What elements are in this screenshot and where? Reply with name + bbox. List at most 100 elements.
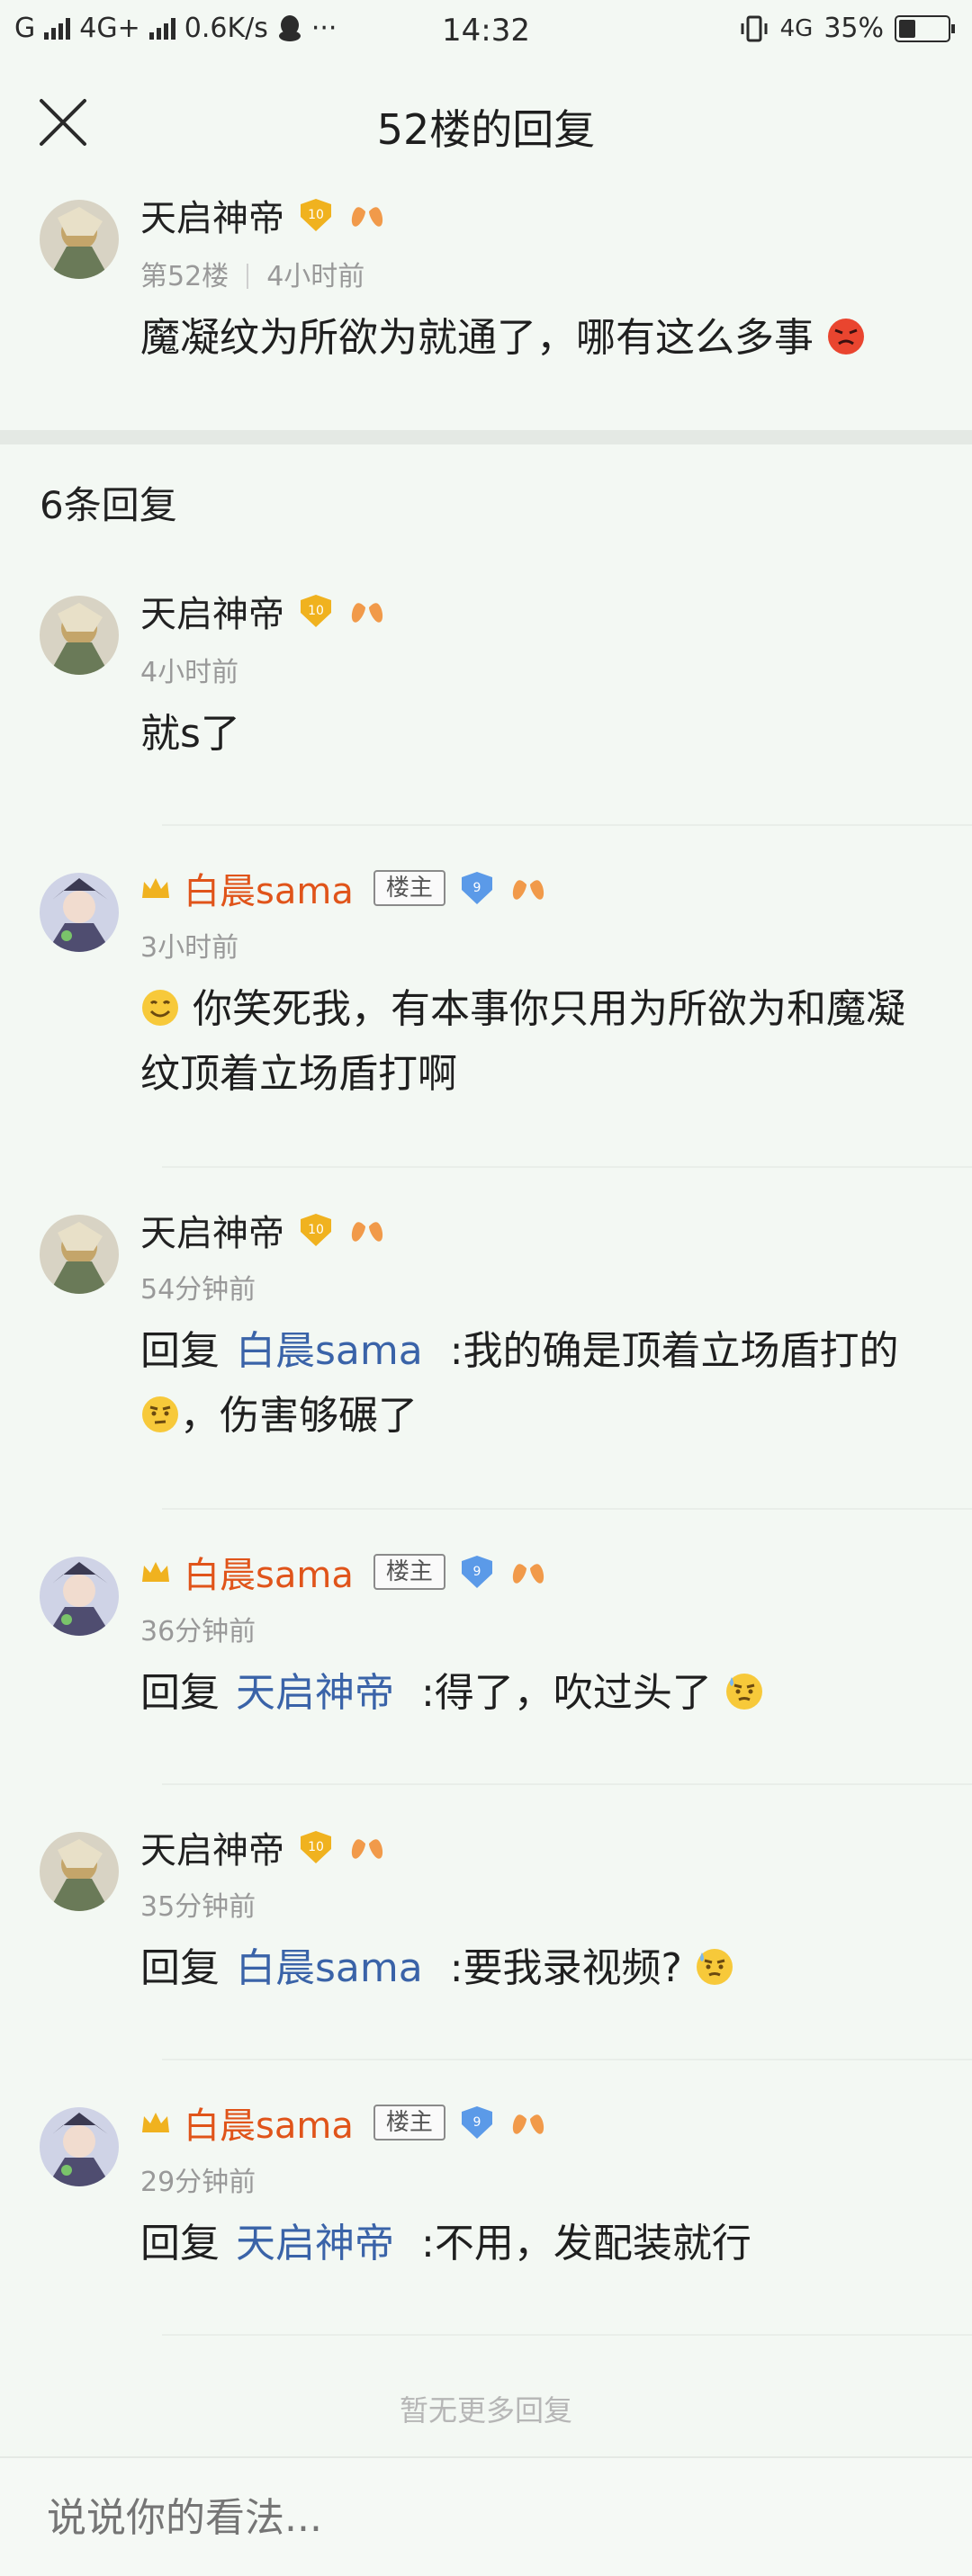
name-line: 天启神帝 10 (140, 1207, 385, 1254)
reply-item: 天启神帝 10 4小时前 就s了 (0, 576, 972, 826)
avatar-image (40, 873, 119, 952)
reply-item: 白晨sama 楼主 9 3小时前 你笑死我，有本事你只用为所欲为和魔凝纹顶着立场… (0, 826, 972, 1168)
level-number: 10 (308, 1840, 324, 1854)
level-number: 10 (308, 1223, 324, 1237)
avatar[interactable] (40, 1215, 119, 1294)
level-number: 9 (472, 1565, 481, 1579)
name-line: 白晨sama 楼主 9 (140, 2100, 546, 2147)
angry-emoji-icon (828, 319, 864, 355)
sweat-emoji-icon (725, 1674, 762, 1710)
avatar[interactable] (40, 873, 119, 952)
divider (162, 2334, 972, 2336)
crown-icon (142, 878, 169, 898)
name-line: 天启神帝 10 (140, 193, 385, 239)
reply-text: :不用，发配装就行 (421, 2221, 752, 2266)
level-badge-icon: 10 (299, 197, 333, 233)
avatar[interactable] (40, 200, 119, 279)
reply-content[interactable]: 你笑死我，有本事你只用为所欲为和魔凝纹顶着立场盾打啊 (140, 977, 940, 1107)
reply-text: :得了，吹过头了 (421, 1670, 712, 1716)
lungs-icon (512, 1559, 544, 1584)
owner-tag: 楼主 (373, 2105, 446, 2141)
post-text: 魔凝纹为所欲为就通了，哪有这么多事 (140, 315, 814, 361)
username[interactable]: 白晨sama (184, 2096, 354, 2149)
avatar[interactable] (40, 1832, 119, 1911)
post-content: 魔凝纹为所欲为就通了，哪有这么多事 (140, 306, 940, 371)
reply-count: 6条回复 (40, 483, 177, 527)
username[interactable]: 白晨sama (184, 862, 354, 914)
reply-time: 29分钟前 (140, 2167, 256, 2198)
reply-content[interactable]: 回复 天启神帝 :不用，发配装就行 (140, 2212, 940, 2276)
reply-item: 天启神帝 10 35分钟前 回复 白晨sama:要我录视频? (0, 1785, 972, 2060)
battery-percent: 35% (824, 13, 884, 44)
level-number: 10 (308, 208, 324, 222)
reply-text: 你笑死我，有本事你只用为所欲为和魔凝纹顶着立场盾打啊 (140, 986, 905, 1097)
reply-word: 回复 (140, 2221, 220, 2266)
reply-time: 36分钟前 (140, 1616, 256, 1647)
lungs-icon (512, 875, 544, 900)
reply-content[interactable]: 回复 天启神帝 :得了，吹过头了 (140, 1661, 940, 1726)
lungs-icon (351, 598, 383, 623)
comment-input[interactable] (47, 2489, 857, 2546)
level-badge-icon: 9 (460, 870, 494, 906)
comment-bar (0, 2456, 972, 2576)
avatar[interactable] (40, 596, 119, 675)
level-number: 9 (472, 2115, 481, 2130)
vibrate-icon (741, 15, 768, 41)
reply-content[interactable]: 回复 白晨sama:要我录视频? (140, 1936, 940, 2001)
owner-tag: 楼主 (373, 1554, 446, 1590)
network-type-right: 4G (779, 14, 814, 42)
avatar[interactable] (40, 1557, 119, 1636)
reply-target-user[interactable]: 白晨sama (236, 1945, 423, 1991)
username[interactable]: 天启神帝 (140, 1821, 284, 1873)
reply-content[interactable]: 回复 白晨sama:我的确是顶着立场盾打的 ，伤害够碾了 (140, 1319, 940, 1449)
username[interactable]: 天启神帝 (140, 585, 284, 637)
lungs-icon (351, 1835, 383, 1859)
reply-text: :我的确是顶着立场盾打的 (449, 1328, 899, 1374)
reply-detail-page: G 4G+ 0.6K/s ··· 14:32 4G 35% 52楼的回复 天启神… (0, 0, 972, 2576)
reply-time: 4小时前 (140, 657, 239, 688)
username[interactable]: 白晨sama (184, 1546, 354, 1598)
avatar-image (40, 2107, 119, 2186)
reply-target-user[interactable]: 天启神帝 (236, 2221, 394, 2266)
reply-time: 35分钟前 (140, 1891, 256, 1923)
reply-content[interactable]: 就s了 (140, 702, 940, 767)
avatar-image (40, 200, 119, 279)
section-divider (0, 430, 972, 444)
level-number: 9 (472, 881, 481, 895)
lungs-icon (351, 1217, 383, 1242)
no-more-replies: 暂无更多回复 (399, 2393, 572, 2428)
name-line: 天启神帝 10 (140, 1825, 385, 1871)
reply-text: :要我录视频? (449, 1945, 682, 1991)
lungs-icon (351, 202, 383, 227)
level-badge-icon: 9 (460, 1554, 494, 1590)
avatar[interactable] (40, 2107, 119, 2186)
level-badge-icon: 10 (299, 1212, 333, 1248)
owner-tag: 楼主 (373, 870, 446, 906)
reply-item: 白晨sama 楼主 9 36分钟前 回复 天启神帝 :得了，吹过头了 (0, 1510, 972, 1785)
reply-time: 54分钟前 (140, 1274, 256, 1306)
reply-word: 回复 (140, 1670, 220, 1716)
username[interactable]: 天启神帝 (140, 1204, 284, 1256)
battery-icon (895, 14, 955, 42)
avatar-image (40, 1215, 119, 1294)
reply-item: 天启神帝 10 54分钟前 回复 白晨sama:我的确是顶着立场盾打的 ，伤害够碾… (0, 1168, 972, 1510)
nav-bar: 52楼的回复 (0, 65, 972, 180)
crown-icon (142, 1562, 169, 1582)
username[interactable]: 天启神帝 (140, 189, 284, 241)
reply-text: 就s了 (140, 711, 240, 757)
reply-time: 3小时前 (140, 932, 239, 964)
level-badge-icon: 9 (460, 2105, 494, 2141)
lungs-icon (512, 2110, 544, 2134)
smile-emoji-icon (142, 990, 178, 1026)
page-title: 52楼的回复 (376, 105, 596, 154)
post-time: 4小时前 (266, 261, 365, 292)
avatar-image (40, 1557, 119, 1636)
reply-target-user[interactable]: 白晨sama (236, 1328, 423, 1374)
name-line: 白晨sama 楼主 9 (140, 866, 546, 912)
reply-target-user[interactable]: 天启神帝 (236, 1670, 394, 1716)
status-bar: G 4G+ 0.6K/s ··· 14:32 4G 35% (0, 0, 972, 65)
reply-item: 白晨sama 楼主 9 29分钟前 回复 天启神帝 :不用，发配装就行 (0, 2060, 972, 2336)
post-meta: 第52楼 4小时前 (140, 254, 364, 293)
crown-icon (142, 2113, 169, 2132)
floor-number: 第52楼 (140, 261, 230, 292)
